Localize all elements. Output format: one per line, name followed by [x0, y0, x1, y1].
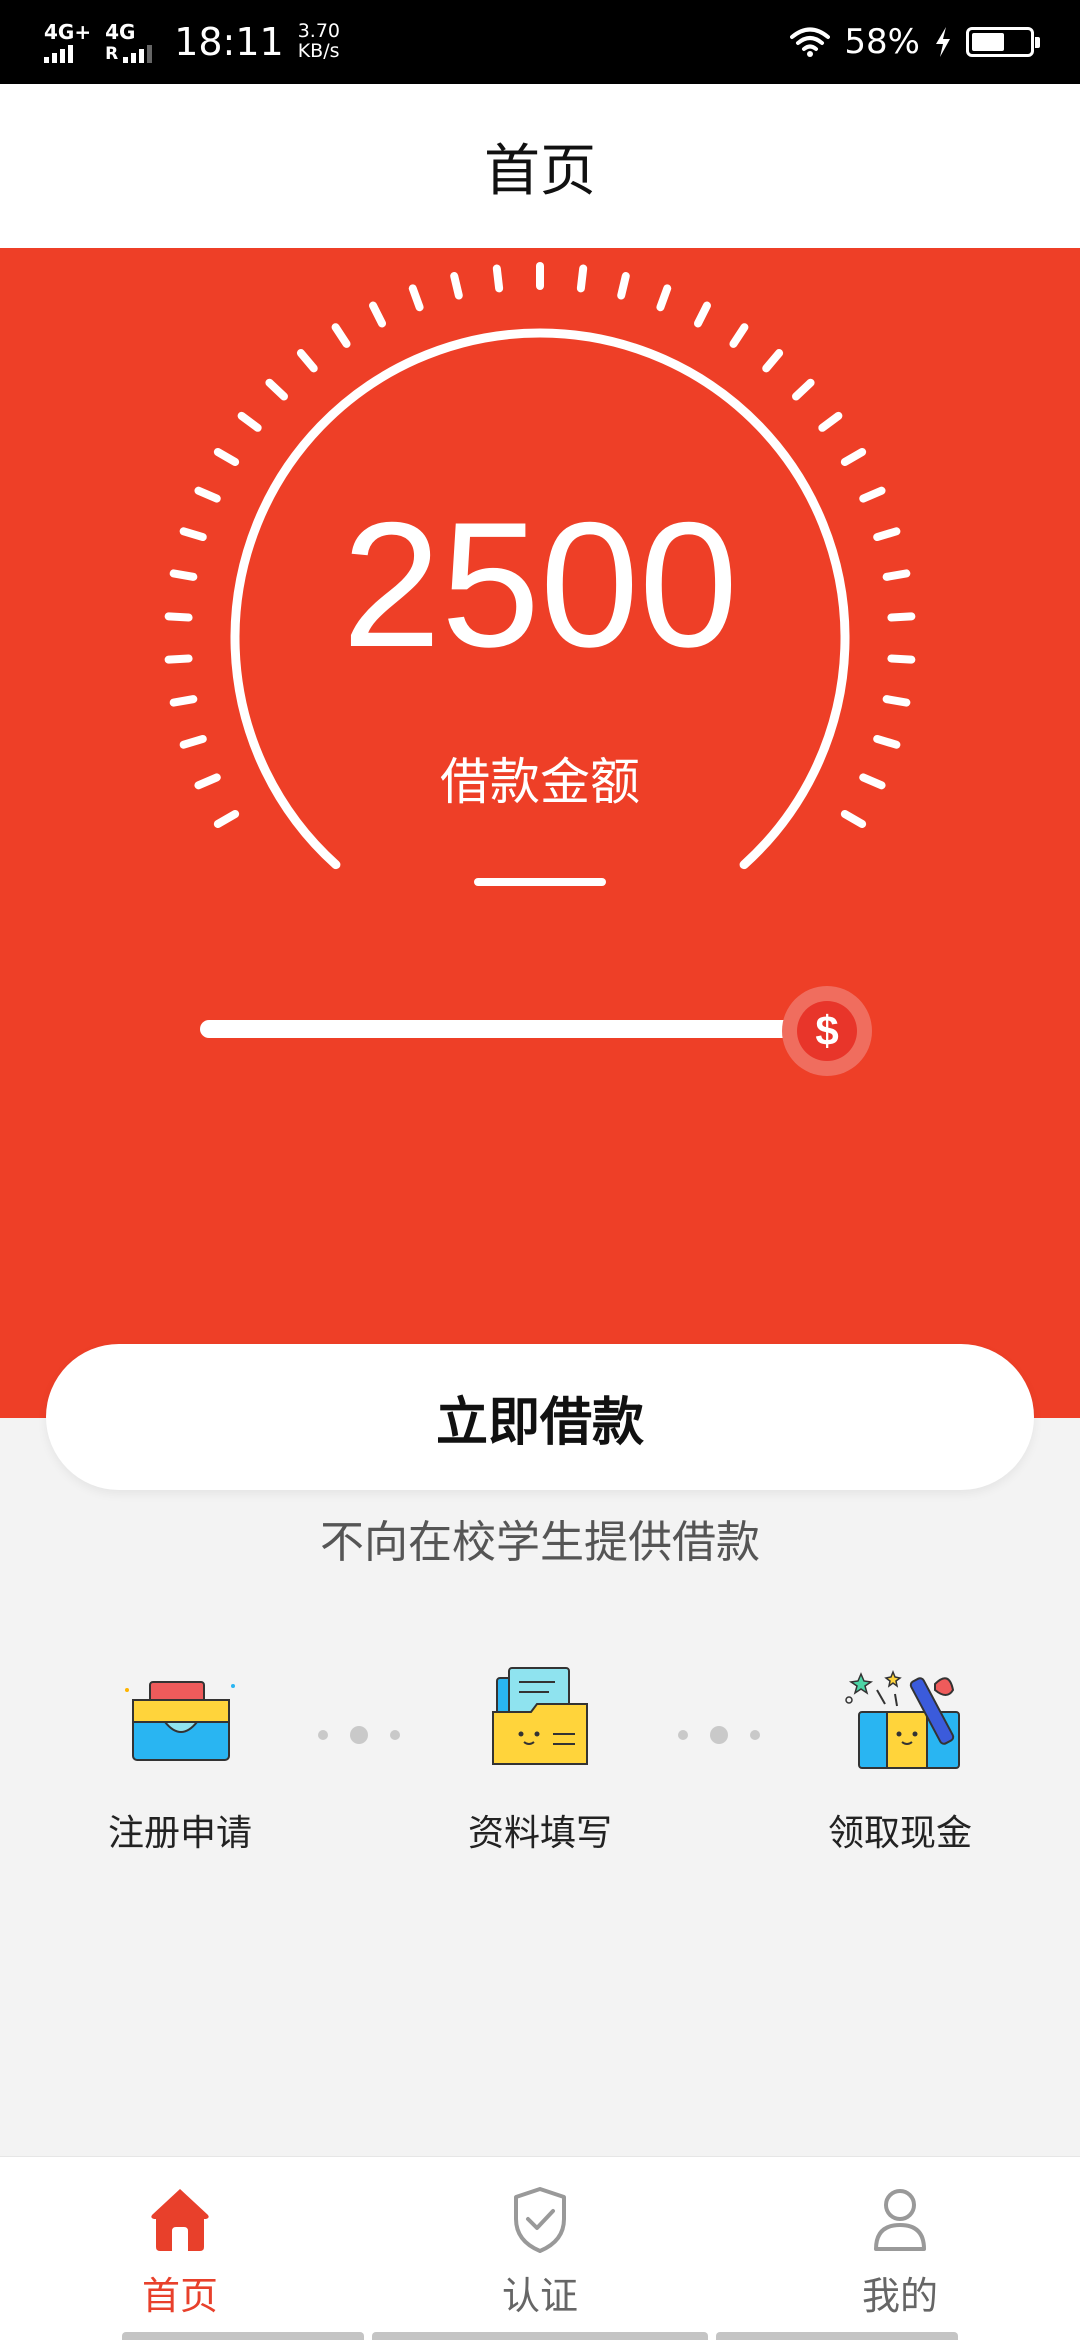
gift-box-icon: [845, 1669, 960, 1769]
signal-icon: 4G+: [44, 22, 91, 63]
loan-hero: 2500 借款金额 $: [0, 248, 1080, 1418]
loan-amount: 2500: [342, 485, 738, 684]
step-label: 领取现金: [827, 1813, 972, 1854]
tab-mine[interactable]: 我的: [800, 2185, 1000, 2320]
step-label: 资料填写: [467, 1813, 612, 1854]
gauge-tick: [818, 411, 843, 432]
gauge-tick: [331, 323, 351, 348]
network-speed-value: 3.70: [297, 20, 341, 43]
gauge-tick: [729, 323, 749, 348]
gauge-tick: [369, 301, 387, 328]
borrow-now-button[interactable]: 立即借款: [46, 1344, 1034, 1490]
gauge-tick: [617, 272, 630, 300]
network-speed: 3.70 KB/s: [297, 20, 341, 62]
header: 首页: [0, 84, 1080, 248]
process-steps: 注册申请 资料填写 领取现金: [0, 1660, 1080, 1860]
tab-label: 认证: [501, 2274, 578, 2318]
system-nav-indicator: [122, 2332, 364, 2340]
step-documents: 资料填写: [420, 1660, 660, 1856]
home-icon: [151, 2189, 209, 2251]
amount-slider-thumb[interactable]: $: [782, 986, 872, 1076]
network-type-2: 4G: [105, 19, 136, 44]
bottom-tab-bar: 首页 认证 我的: [0, 2156, 1080, 2340]
gauge-tick: [265, 378, 288, 401]
gauge-tick: [656, 284, 672, 312]
tab-label: 首页: [141, 2274, 218, 2318]
loan-amount-label: 借款金额: [440, 753, 640, 811]
network-type-1: 4G+: [44, 19, 92, 44]
student-notice: 不向在校学生提供借款: [320, 1517, 760, 1568]
status-bar: 4G+ 4G R 18:11 3.70 KB/s 58%: [0, 0, 1080, 84]
gauge-tick: [576, 264, 588, 293]
gauge-tick: [762, 349, 784, 373]
gauge-tick: [408, 284, 424, 312]
gauge-tick: [237, 411, 262, 432]
gauge-tick: [213, 448, 240, 466]
tab-verify[interactable]: 认证: [440, 2185, 640, 2320]
user-icon: [874, 2189, 926, 2251]
system-nav-indicator: [716, 2332, 958, 2340]
step-register: 注册申请: [60, 1660, 300, 1856]
gauge-tick: [213, 810, 240, 828]
page-title: 首页: [484, 138, 596, 204]
battery-percent: 58%: [844, 22, 920, 62]
amount-dash: [474, 878, 606, 886]
charging-icon: [936, 27, 950, 57]
gauge-tick: [840, 448, 867, 466]
step-connector: [678, 1726, 760, 1744]
documents-folder-icon: [492, 1667, 588, 1765]
gauge-tick: [450, 272, 463, 300]
clock: 18:11: [174, 20, 284, 64]
network-speed-unit: KB/s: [297, 40, 340, 62]
status-bar-left: 4G+ 4G R 18:11 3.70 KB/s: [44, 0, 340, 84]
register-folder-icon: [125, 1681, 235, 1761]
shield-check-icon: [514, 2187, 566, 2253]
gauge-tick: [840, 810, 867, 828]
gauge-tick: [693, 301, 711, 328]
tab-home[interactable]: 首页: [80, 2185, 280, 2320]
tab-label: 我的: [861, 2274, 938, 2318]
dollar-icon: $: [797, 1001, 857, 1061]
step-cash: 领取现金: [780, 1660, 1020, 1856]
gauge-tick: [169, 695, 198, 707]
roaming-indicator: R: [105, 43, 119, 64]
gauge-tick: [882, 695, 911, 707]
gauge-tick: [792, 378, 815, 401]
battery-fill: [972, 33, 1005, 51]
step-label: 注册申请: [107, 1813, 252, 1854]
system-nav-indicator: [372, 2332, 708, 2340]
gauge-tick: [492, 264, 504, 293]
gauge-tick: [296, 349, 318, 373]
battery-icon: [966, 27, 1040, 57]
status-bar-right: 58%: [790, 0, 1040, 84]
step-connector: [318, 1726, 400, 1744]
amount-slider-track[interactable]: [200, 1020, 800, 1038]
wifi-icon: [790, 27, 831, 57]
signal-icon-secondary: 4G R: [105, 19, 153, 64]
